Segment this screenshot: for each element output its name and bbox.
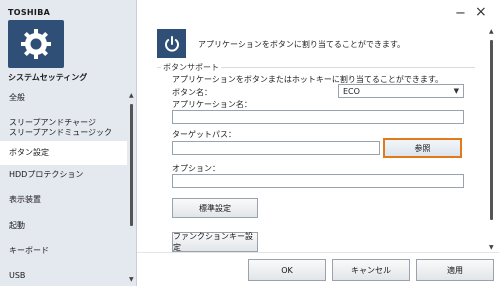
standard-settings-button[interactable]: 標準設定	[172, 198, 258, 218]
button-name-label: ボタン名：	[172, 88, 212, 97]
option-label: オプション：	[172, 164, 220, 173]
option-field[interactable]	[172, 174, 464, 188]
sidebar-item-display[interactable]: 表示装置	[0, 188, 127, 212]
sidebar-item-keyboard[interactable]: キーボード	[0, 239, 127, 263]
sidebar-scrollbar[interactable]: ▲ ▼	[129, 92, 134, 286]
main-scroll-thumb[interactable]	[490, 40, 493, 220]
close-button[interactable]: ×	[475, 4, 487, 20]
power-icon	[157, 29, 186, 58]
ok-button[interactable]: OK	[248, 259, 326, 281]
target-path-label: ターゲットパス：	[172, 130, 236, 139]
chevron-down-icon: ▼	[453, 87, 459, 95]
group-title: ボタンサポート	[161, 62, 221, 73]
sidebar-item-label: 表示装置	[9, 195, 41, 204]
sidebar-item-sleep-and-charge[interactable]: スリープアンドチャージ スリープアンドミュージック	[0, 113, 127, 143]
sidebar-item-label: HDDプロテクション	[9, 170, 84, 179]
scroll-down-icon[interactable]: ▼	[489, 244, 494, 251]
footer-divider	[137, 252, 499, 253]
sidebar: TOSHIBA システムセッティング 全般 スリープアンドチャージ スリープアン…	[0, 0, 137, 286]
sidebar-item-label: USB	[9, 271, 26, 280]
minimize-button[interactable]: −	[455, 6, 466, 21]
sidebar-scroll-thumb[interactable]	[130, 104, 133, 226]
browse-button[interactable]: 参照	[383, 138, 462, 158]
sidebar-item-hdd-protection[interactable]: HDDプロテクション	[0, 163, 127, 187]
button-name-value: ECO	[343, 86, 360, 96]
app-title: システムセッティング	[8, 73, 88, 82]
sidebar-item-label: 全般	[9, 93, 25, 102]
page-description: アプリケーションをボタンに割り当てることができます。	[198, 40, 406, 49]
button-name-select[interactable]: ECO ▼	[338, 84, 464, 98]
apply-button[interactable]: 適用	[416, 259, 494, 281]
brand-logo: TOSHIBA	[8, 8, 51, 17]
sidebar-item-boot[interactable]: 起動	[0, 214, 127, 238]
app-name-field[interactable]	[172, 110, 464, 124]
sidebar-item-usb[interactable]: USB	[0, 264, 127, 286]
scroll-up-icon[interactable]: ▲	[129, 92, 134, 99]
sidebar-item-label: キーボード	[9, 246, 49, 255]
app-name-label: アプリケーション名：	[172, 100, 252, 109]
target-path-field[interactable]	[172, 141, 380, 155]
sidebar-item-button-settings[interactable]: ボタン設定	[0, 141, 127, 165]
main-scrollbar[interactable]: ▲ ▼	[489, 28, 495, 254]
cancel-button[interactable]: キャンセル	[332, 259, 410, 281]
sidebar-item-label: ボタン設定	[9, 148, 49, 157]
scroll-up-icon[interactable]: ▲	[489, 28, 494, 35]
sidebar-item-label: 起動	[9, 221, 25, 230]
sidebar-item-general[interactable]: 全般	[0, 86, 127, 110]
scroll-down-icon[interactable]: ▼	[129, 276, 134, 283]
gear-icon	[8, 20, 64, 68]
function-key-settings-button[interactable]: ファンクションキー設定	[172, 232, 258, 252]
sidebar-item-label: スリープアンドチャージ スリープアンドミュージック	[9, 118, 113, 137]
